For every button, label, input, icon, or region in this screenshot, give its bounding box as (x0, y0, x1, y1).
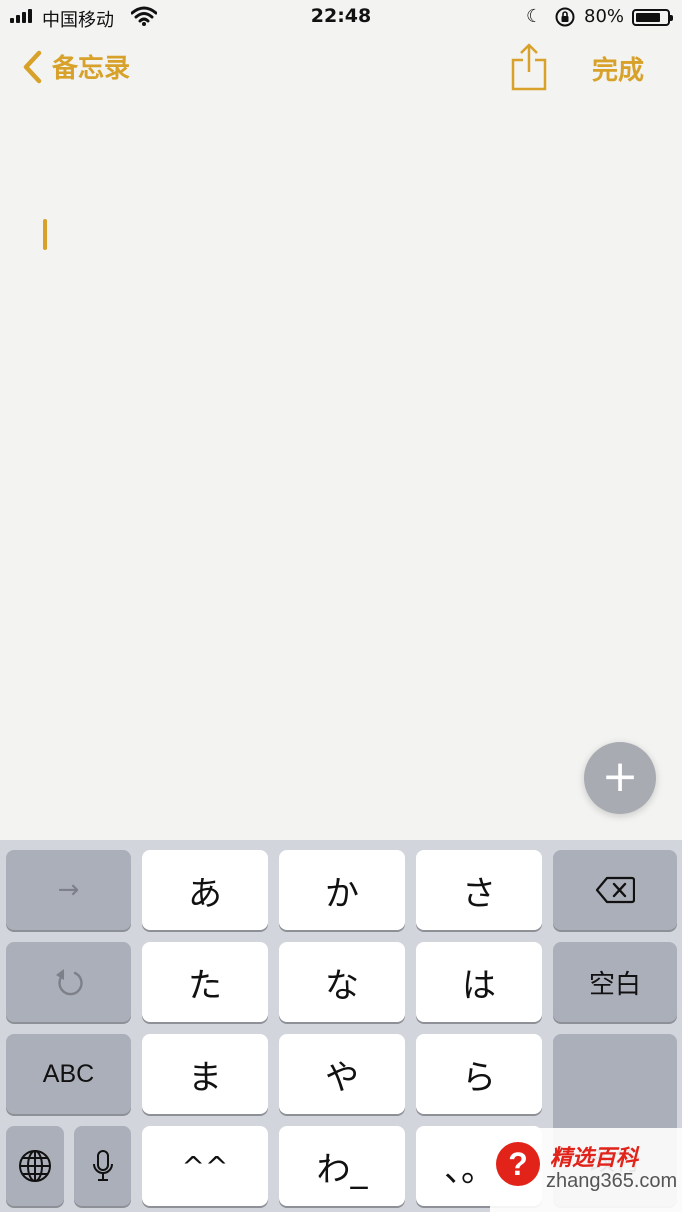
key-label: 、。 (444, 1149, 495, 1190)
key-label: ら (462, 1057, 496, 1098)
abc-key[interactable]: ABC (6, 1034, 131, 1114)
globe-icon (19, 1150, 51, 1182)
key-label: ^^ (181, 1149, 229, 1183)
kana-key-ta[interactable]: た (142, 942, 268, 1022)
watermark: ? 精选百科 zhang365.com (490, 1128, 682, 1212)
kana-key-ka[interactable]: か (279, 850, 405, 930)
battery-icon (632, 9, 673, 26)
note-editor[interactable] (0, 100, 682, 840)
key-label: 空白 (588, 969, 641, 1000)
microphone-key[interactable] (74, 1126, 131, 1206)
share-icon[interactable] (510, 42, 548, 92)
status-bar: 中国移动 22:48 ☾ 80% (0, 0, 682, 34)
kana-key-ha[interactable]: は (416, 942, 542, 1022)
kana-key-wa[interactable]: わ_ (279, 1126, 405, 1206)
clock: 22:48 (310, 5, 372, 27)
undo-key[interactable] (6, 942, 131, 1022)
key-label: や (325, 1057, 359, 1098)
do-not-disturb-icon: ☾ (526, 6, 543, 27)
kana-key-na[interactable]: な (279, 942, 405, 1022)
key-label: さ (462, 873, 496, 914)
key-label: た (188, 965, 222, 1006)
key-label: わ_ (316, 1149, 368, 1190)
undo-icon (55, 969, 83, 996)
orientation-lock-icon (555, 7, 575, 27)
globe-key[interactable] (6, 1126, 64, 1206)
kana-key-ra[interactable]: ら (416, 1034, 542, 1114)
next-candidate-key[interactable]: → (6, 850, 131, 930)
done-button[interactable]: 完成 (592, 50, 644, 87)
emoticon-key[interactable]: ^^ (142, 1126, 268, 1206)
arrow-right-icon: → (57, 875, 80, 905)
back-button[interactable]: 备忘录 (22, 48, 130, 85)
key-label: か (325, 873, 359, 914)
space-key[interactable]: 空白 (553, 942, 677, 1022)
battery-percent: 80% (584, 6, 625, 27)
chevron-left-icon (23, 50, 42, 83)
add-button[interactable]: + (584, 742, 656, 814)
backspace-key[interactable] (553, 850, 677, 930)
kana-key-a[interactable]: あ (142, 850, 268, 930)
watermark-url: zhang365.com (546, 1170, 678, 1192)
kana-key-ya[interactable]: や (279, 1034, 405, 1114)
back-label: 备忘录 (52, 54, 131, 84)
japanese-kana-keyboard: → あ か さ た な は 空白 ABC ま や ら ^^ わ_ 、。 ? 精选… (0, 840, 682, 1212)
text-cursor (43, 219, 47, 250)
key-label: ま (188, 1057, 222, 1098)
kana-key-ma[interactable]: ま (142, 1034, 268, 1114)
key-label: ABC (42, 1059, 95, 1088)
watermark-logo-icon: ? (496, 1142, 540, 1186)
kana-key-sa[interactable]: さ (416, 850, 542, 930)
key-label: あ (188, 873, 222, 914)
key-label: は (462, 965, 496, 1006)
key-label: な (325, 965, 359, 1006)
microphone-icon (92, 1150, 113, 1181)
delete-icon (595, 876, 635, 904)
watermark-title: 精选百科 (550, 1146, 639, 1171)
